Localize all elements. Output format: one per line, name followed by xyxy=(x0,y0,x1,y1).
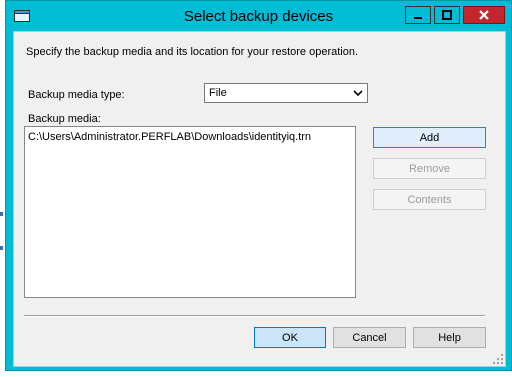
minimize-icon xyxy=(414,17,422,19)
separator-highlight xyxy=(24,316,485,317)
minimize-button[interactable] xyxy=(405,6,431,24)
contents-button[interactable]: Contents xyxy=(373,189,486,210)
media-type-value: File xyxy=(209,87,227,99)
close-button[interactable] xyxy=(463,6,505,24)
remove-button[interactable]: Remove xyxy=(373,158,486,179)
maximize-icon xyxy=(442,10,452,20)
title-bar[interactable]: Select backup devices xyxy=(6,1,511,31)
background-marker xyxy=(0,246,3,250)
background-marker xyxy=(0,212,3,216)
list-item[interactable]: C:\Users\Administrator.PERFLAB\Downloads… xyxy=(28,131,311,143)
chevron-down-icon xyxy=(353,90,363,97)
media-type-label: Backup media type: xyxy=(28,89,125,101)
close-icon xyxy=(479,10,489,20)
ok-button[interactable]: OK xyxy=(254,327,326,348)
cancel-button[interactable]: Cancel xyxy=(333,327,406,348)
media-type-dropdown[interactable]: File xyxy=(204,83,368,103)
help-button[interactable]: Help xyxy=(413,327,486,348)
dialog-content: Specify the backup media and its locatio… xyxy=(13,31,506,367)
intro-text: Specify the backup media and its locatio… xyxy=(26,46,359,58)
maximize-button[interactable] xyxy=(434,6,460,24)
dialog-window: Select backup devices Specify the backup… xyxy=(5,0,512,371)
resize-grip-icon[interactable] xyxy=(493,354,503,364)
media-list[interactable]: C:\Users\Administrator.PERFLAB\Downloads… xyxy=(24,126,356,298)
add-button[interactable]: Add xyxy=(373,127,486,148)
media-label: Backup media: xyxy=(28,113,101,125)
